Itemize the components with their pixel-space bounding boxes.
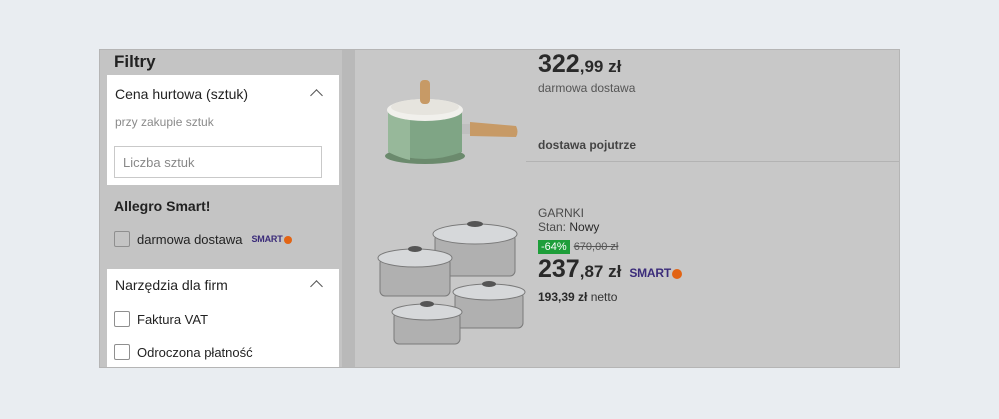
vat-invoice-filter[interactable]: Faktura VAT [114, 311, 208, 327]
smart-pin-icon [283, 235, 292, 244]
deferred-payment-filter[interactable]: Odroczona płatność [114, 344, 253, 360]
item1-price: 322,99 zł [538, 50, 622, 78]
item1-shipping: darmowa dostawa [538, 81, 636, 95]
smart-badge: SMART [252, 234, 292, 244]
free-shipping-filter[interactable]: darmowa dostawa SMART [114, 231, 292, 247]
smart-badge: SMART [629, 266, 682, 280]
item1-delivery: dostawa pojutrze [538, 138, 637, 152]
item2-net-price: 193,39 zł netto [538, 290, 618, 304]
wholesale-price-panel: Cena hurtowa (sztuk) przy zakupie sztuk [107, 75, 339, 185]
discount-badge: -64% [538, 240, 570, 254]
deferred-payment-label: Odroczona płatność [137, 344, 253, 360]
deferred-payment-checkbox[interactable] [114, 344, 130, 360]
quantity-input[interactable] [114, 146, 322, 178]
old-price: 670,00 zł [573, 241, 619, 253]
listing-frame: Filtry Cena hurtowa (sztuk) przy zakupie… [99, 49, 900, 368]
business-tools-heading[interactable]: Narzędzia dla firm [115, 277, 228, 293]
item2-category: GARNKI [538, 206, 585, 220]
item2-condition: Stan: Nowy [538, 220, 600, 234]
wholesale-hint: przy zakupie sztuk [115, 115, 214, 129]
vat-invoice-label: Faktura VAT [137, 311, 209, 327]
vat-invoice-checkbox[interactable] [114, 311, 130, 327]
business-tools-panel: Narzędzia dla firm Faktura VAT Odroczona… [107, 269, 339, 367]
item2-price: 237,87 zł SMART [538, 255, 682, 284]
item2-discount-row: -64% 670,00 zł [538, 240, 618, 254]
sidebar-divider [342, 50, 355, 367]
pot-set-image[interactable] [370, 212, 530, 347]
wholesale-price-heading[interactable]: Cena hurtowa (sztuk) [115, 86, 248, 102]
chevron-up-icon[interactable] [310, 89, 323, 102]
item-divider [526, 161, 899, 162]
filters-title: Filtry [114, 52, 156, 71]
allegro-smart-heading: Allegro Smart! [114, 198, 211, 214]
chevron-up-icon[interactable] [310, 280, 323, 293]
smart-pin-icon [671, 268, 682, 279]
offers-list: 322,99 zł darmowa dostawa dostawa pojutr… [355, 50, 899, 367]
saucepan-image[interactable] [380, 74, 520, 169]
free-shipping-checkbox[interactable] [114, 231, 130, 247]
filters-sidebar: Filtry Cena hurtowa (sztuk) przy zakupie… [100, 50, 342, 367]
free-shipping-label: darmowa dostawa [137, 231, 243, 247]
